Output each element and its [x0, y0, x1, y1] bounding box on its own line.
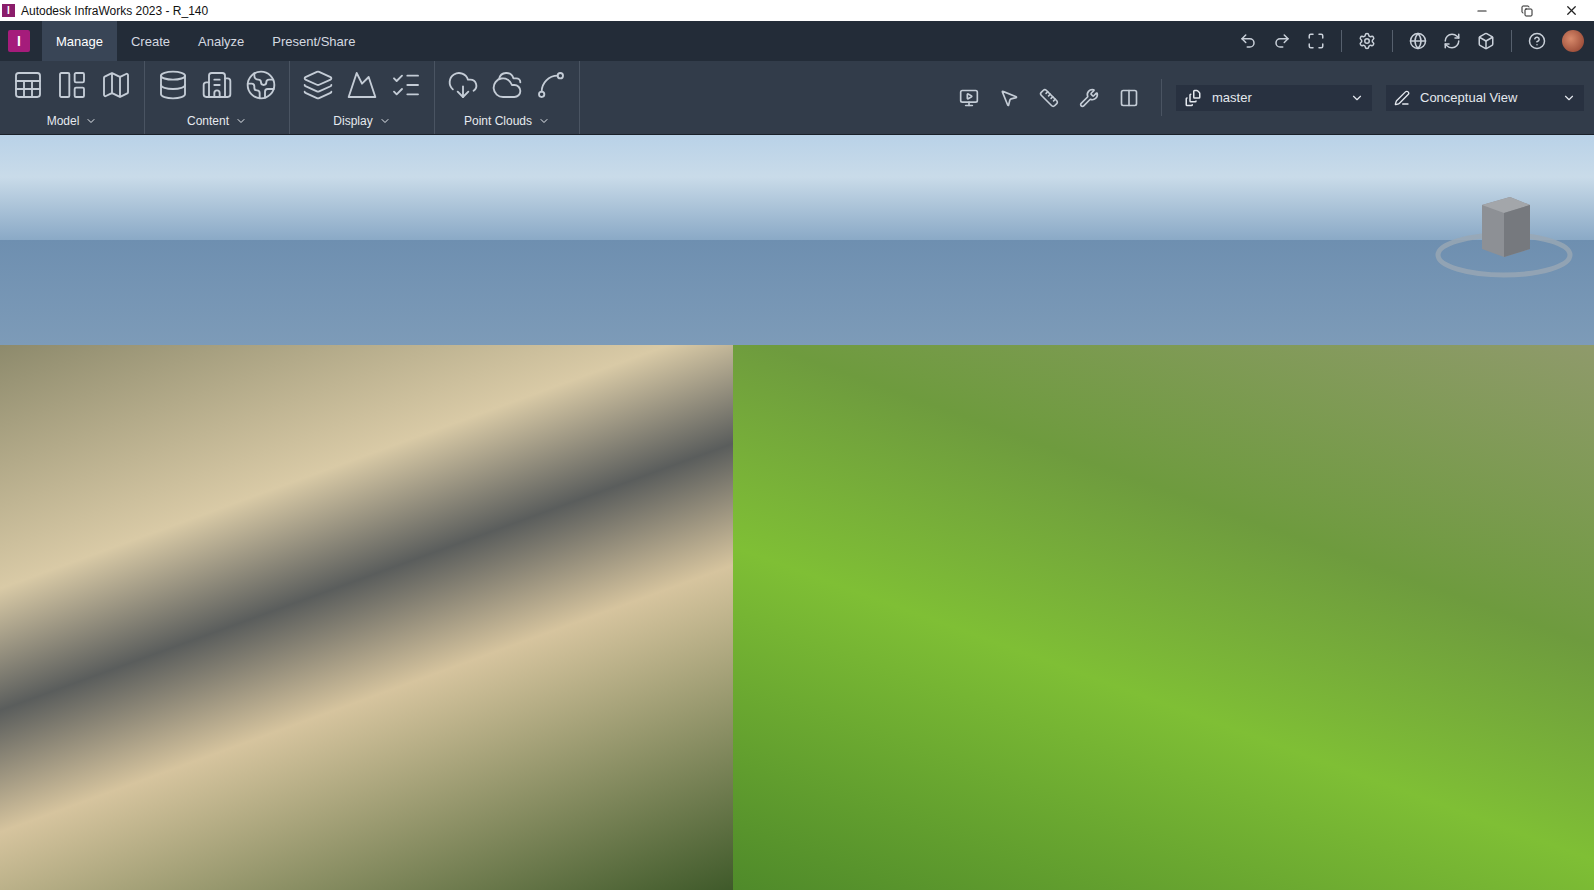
help-icon[interactable] [1528, 32, 1546, 50]
tool-icon[interactable] [535, 69, 567, 101]
terrain [0, 345, 1594, 890]
restore-icon [1521, 5, 1533, 17]
ribbon-group: Model [0, 61, 145, 134]
tool-icon[interactable] [100, 69, 132, 101]
measure-icon[interactable] [1039, 88, 1059, 108]
window-controls [1459, 0, 1594, 21]
tool-icon[interactable] [390, 69, 422, 101]
dropdown-arrow-icon [1350, 91, 1364, 105]
fullscreen-icon[interactable] [1307, 32, 1325, 50]
user-avatar[interactable] [1562, 30, 1584, 52]
minimize-icon [1475, 4, 1489, 18]
view-cube-icon[interactable] [1434, 193, 1574, 283]
tool-icon[interactable] [245, 69, 277, 101]
globe-icon[interactable] [1409, 32, 1427, 50]
tool-icon[interactable] [157, 69, 189, 101]
ribbon-tabs: I ManageCreateAnalyzePresent/Share [0, 21, 1594, 61]
tool-icon[interactable] [56, 69, 88, 101]
select-icon[interactable] [999, 88, 1019, 108]
app-window: I Autodesk InfraWorks 2023 - R_140 I Manage… [0, 0, 1594, 890]
group-label[interactable]: Point Clouds [447, 114, 567, 128]
tool-icon[interactable] [12, 69, 44, 101]
panels-icon[interactable] [1119, 88, 1139, 108]
dropdown-arrow-icon [538, 115, 550, 127]
ribbon-panel: Model Content Display Point Clouds master Con… [0, 61, 1594, 135]
tool-icon[interactable] [447, 69, 479, 101]
sea [0, 240, 1594, 345]
ribbon-tab[interactable]: Manage [42, 21, 117, 61]
proposal-icon [1184, 89, 1202, 107]
tools-icon[interactable] [1079, 88, 1099, 108]
infraworks-logo[interactable]: I [8, 30, 30, 52]
tool-row [949, 79, 1162, 116]
tool-icon[interactable] [201, 69, 233, 101]
app-icon: I [2, 4, 15, 17]
undo-icon[interactable] [1239, 32, 1257, 50]
style-icon [1394, 90, 1410, 106]
ribbon-tab[interactable]: Create [117, 21, 184, 61]
minimize-button[interactable] [1459, 0, 1504, 21]
ribbon-group: Point Clouds [435, 61, 580, 134]
gear-icon[interactable] [1358, 32, 1376, 50]
tool-icon[interactable] [346, 69, 378, 101]
restore-button[interactable] [1504, 0, 1549, 21]
view-cube[interactable] [1434, 193, 1574, 287]
group-label[interactable]: Model [12, 114, 132, 128]
quick-access-toolbar [1239, 21, 1594, 61]
proposal-dropdown[interactable]: master [1176, 85, 1372, 111]
close-icon [1564, 3, 1579, 18]
window-title: Autodesk InfraWorks 2023 - R_140 [21, 4, 1453, 18]
sky [0, 135, 1594, 240]
dropdown-arrow-icon [235, 115, 247, 127]
group-label[interactable]: Content [157, 114, 277, 128]
close-button[interactable] [1549, 0, 1594, 21]
cube-icon[interactable] [1477, 32, 1495, 50]
dropdown-arrow-icon [379, 115, 391, 127]
present-icon[interactable] [959, 88, 979, 108]
sync-icon[interactable] [1443, 32, 1461, 50]
redo-icon[interactable] [1273, 32, 1291, 50]
ribbon-group: Content [145, 61, 290, 134]
ribbon-tab[interactable]: Analyze [184, 21, 258, 61]
group-label[interactable]: Display [302, 114, 422, 128]
view-dropdown[interactable]: Conceptual View [1386, 85, 1584, 111]
tool-icon[interactable] [491, 69, 523, 101]
ribbon-tab[interactable]: Present/Share [258, 21, 369, 61]
tool-icon[interactable] [302, 69, 334, 101]
3d-viewport[interactable] [0, 135, 1594, 890]
dropdown-arrow-icon [85, 115, 97, 127]
dropdown-arrow-icon [1562, 91, 1576, 105]
title-bar: I Autodesk InfraWorks 2023 - R_140 [0, 0, 1594, 21]
ribbon-group: Display [290, 61, 435, 134]
